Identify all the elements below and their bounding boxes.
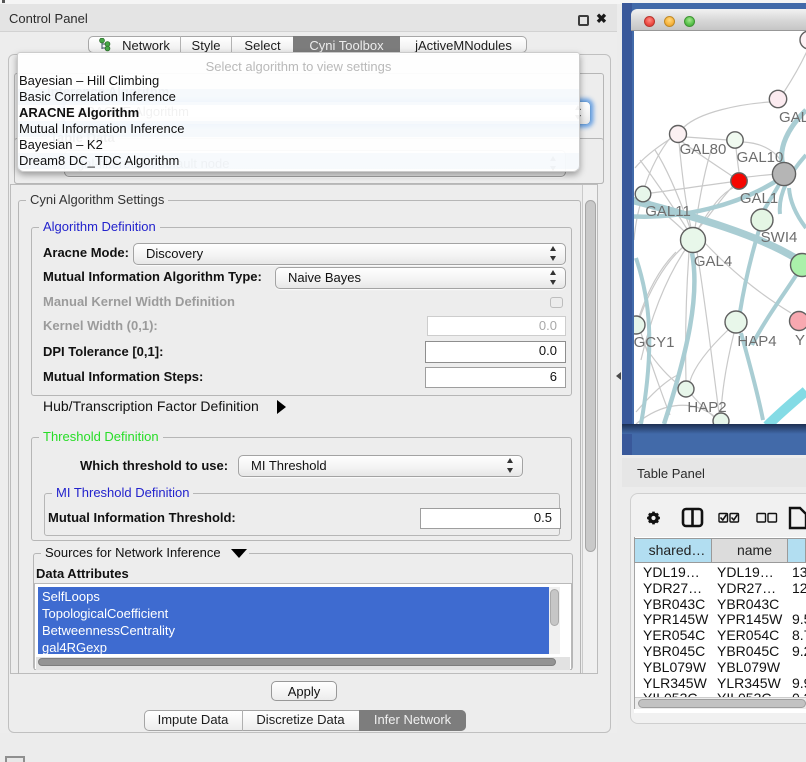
svg-text:SWI4: SWI4 — [761, 229, 798, 246]
svg-text:GAL2: GAL2 — [779, 109, 806, 126]
svg-text:GAL4: GAL4 — [694, 253, 732, 270]
svg-text:HAP4: HAP4 — [737, 333, 776, 350]
svg-text:GAL10: GAL10 — [737, 149, 784, 166]
svg-text:HAP2: HAP2 — [687, 399, 726, 416]
svg-text:GAL80: GAL80 — [680, 141, 727, 158]
svg-text:GAL11: GAL11 — [645, 203, 691, 220]
svg-text:GAL1: GAL1 — [740, 190, 778, 207]
svg-text:GCY1: GCY1 — [634, 334, 674, 351]
svg-text:Y: Y — [795, 332, 805, 349]
